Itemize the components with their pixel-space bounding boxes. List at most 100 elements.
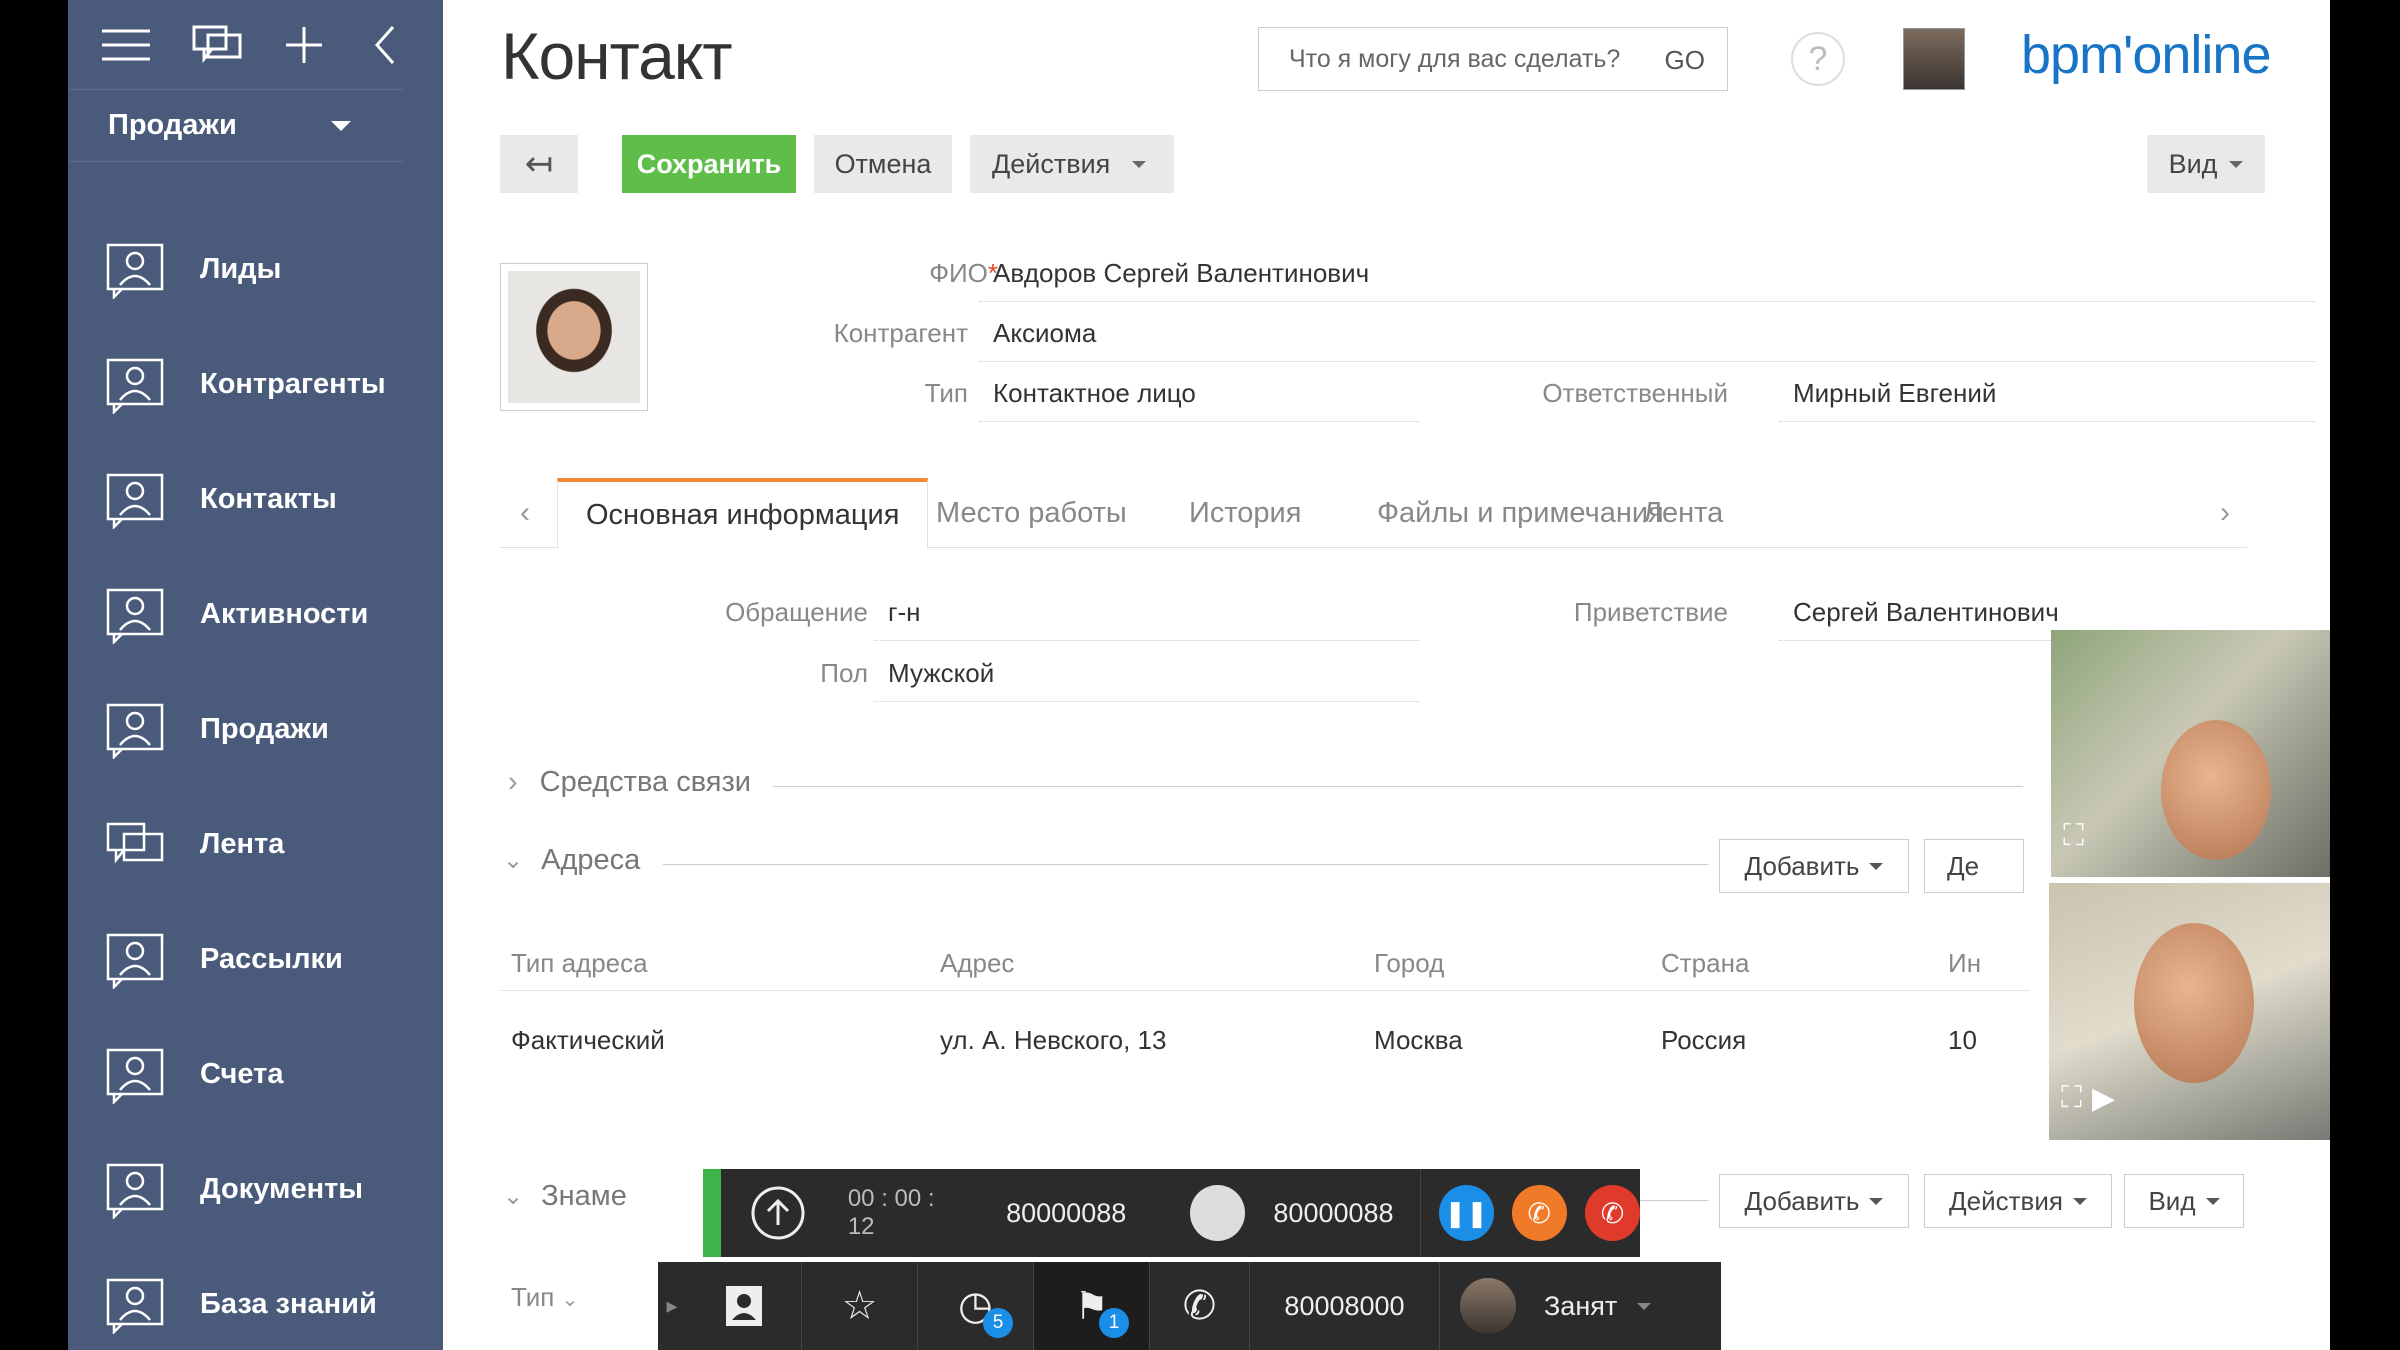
contact-card-icon <box>106 1278 164 1334</box>
caller-number: 80000088 <box>1006 1197 1127 1228</box>
fio-label: ФИО* <box>929 258 998 288</box>
tab-files[interactable]: Файлы и примечания <box>1377 478 1664 548</box>
tab-workplace[interactable]: Место работы <box>936 478 1127 548</box>
chevron-down-icon <box>2229 160 2244 168</box>
column-header[interactable]: Ин <box>1948 948 1981 979</box>
column-header[interactable]: Тип ⌄ <box>511 1282 578 1313</box>
transfer-icon[interactable] <box>749 1185 808 1241</box>
sidebar-item-documents[interactable]: Документы <box>68 1132 443 1247</box>
sidebar-item-contacts[interactable]: Контакты <box>68 442 443 557</box>
actions-label: Действия <box>992 148 1111 179</box>
back-button[interactable]: ↤ <box>500 135 578 193</box>
workplace-select[interactable]: Продажи <box>68 90 403 162</box>
owner-field[interactable]: Мирный Евгений <box>1779 378 2315 422</box>
phone-number[interactable]: 80008000 <box>1250 1262 1440 1350</box>
transfer-call-icon[interactable]: ✆ <box>1511 1185 1567 1241</box>
plus-icon[interactable] <box>284 23 324 67</box>
add-address-button[interactable]: Добавить <box>1719 839 1909 893</box>
sidebar-item-leads[interactable]: Лиды <box>68 212 443 327</box>
cell-address: ул. А. Невского, 13 <box>940 1025 1167 1055</box>
command-line[interactable]: Что я могу для вас сделать? GO <box>1258 27 1728 91</box>
pause-icon[interactable]: ❚❚ <box>1438 1185 1494 1241</box>
chat-bubbles-icon <box>106 822 164 864</box>
view-label: Вид <box>2168 148 2218 179</box>
call-status-indicator <box>703 1169 721 1257</box>
workplace-label: Продажи <box>108 109 237 141</box>
chevron-right-icon: › <box>508 766 518 798</box>
anniversary-actions-button[interactable]: Действия <box>1924 1174 2112 1228</box>
video-local[interactable]: ⛶ ▶ <box>2049 883 2330 1140</box>
sidebar-item-mailings[interactable]: Рассылки <box>68 902 443 1017</box>
status-select[interactable]: Занят <box>1440 1262 1700 1350</box>
chevron-down-icon: ⌄ <box>503 847 524 874</box>
gender-field[interactable]: Мужской <box>874 658 1419 702</box>
help-icon[interactable]: ? <box>1791 32 1845 86</box>
chevron-right-icon[interactable]: ▸ <box>658 1262 686 1350</box>
sidebar-item-opportunities[interactable]: Продажи <box>68 672 443 787</box>
sidebar-item-label: Активности <box>200 598 369 630</box>
sidebar-item-accounts[interactable]: Контрагенты <box>68 327 443 442</box>
salutation-field[interactable]: г-н <box>874 597 1419 641</box>
tab-history[interactable]: История <box>1189 478 1301 548</box>
go-button[interactable]: GO <box>1665 45 1705 76</box>
contacts-icon[interactable] <box>686 1262 802 1350</box>
collapse-chevron-icon[interactable] <box>366 23 403 67</box>
sidebar-item-label: Продажи <box>200 713 329 745</box>
section-title: Адреса <box>541 844 641 876</box>
history-badge: 5 <box>983 1308 1013 1338</box>
chevron-left-icon[interactable]: ‹ <box>520 496 530 530</box>
owner-label: Ответственный <box>1542 378 1728 408</box>
history-icon[interactable]: ◷ 5 <box>918 1262 1034 1350</box>
main-content: Контакт Что я могу для вас сделать? GO ?… <box>443 0 2330 1350</box>
star-icon[interactable]: ☆ <box>802 1262 918 1350</box>
menu-icon[interactable] <box>102 23 150 67</box>
contact-photo[interactable] <box>500 263 648 411</box>
address-actions-button[interactable]: Де <box>1924 839 2024 893</box>
section-addresses[interactable]: ⌄ Адреса <box>503 844 640 877</box>
gender-label: Пол <box>820 658 868 688</box>
chat-bubbles-icon[interactable] <box>192 23 242 67</box>
camera-icon[interactable]: ▶ <box>2092 1081 2115 1116</box>
video-remote[interactable]: ⛶ <box>2051 630 2330 877</box>
section-communication[interactable]: › Средства связи <box>508 766 751 799</box>
account-field[interactable]: Аксиома <box>979 318 2315 362</box>
phone-icon[interactable]: ✆ <box>1150 1262 1250 1350</box>
section-anniversaries[interactable]: ⌄ Знаме <box>503 1180 627 1213</box>
cell-city: Москва <box>1374 1025 1463 1055</box>
anniversary-view-button[interactable]: Вид <box>2124 1174 2244 1228</box>
flag-icon[interactable]: ⚑ 1 <box>1034 1262 1150 1350</box>
salutation-label: Обращение <box>725 597 868 627</box>
column-header[interactable]: Тип адреса <box>511 948 648 979</box>
fullscreen-icon[interactable]: ⛶ <box>2063 819 2084 853</box>
chevron-right-icon[interactable]: › <box>2220 496 2230 530</box>
tab-main-info[interactable]: Основная информация <box>557 478 929 549</box>
participant-image <box>2134 923 2254 1083</box>
add-anniversary-button[interactable]: Добавить <box>1719 1174 1909 1228</box>
type-field[interactable]: Контактное лицо <box>979 378 1419 422</box>
chevron-down-icon <box>1132 160 1147 168</box>
contact-card-icon <box>106 933 164 989</box>
sidebar-item-activities[interactable]: Активности <box>68 557 443 672</box>
tab-strip: ‹ Основная информация Место работы Истор… <box>500 478 2247 549</box>
contact-card-icon <box>106 703 164 759</box>
divider <box>773 786 2023 787</box>
search-input[interactable]: Что я могу для вас сделать? <box>1289 45 1620 74</box>
column-header[interactable]: Адрес <box>940 948 1014 979</box>
view-button[interactable]: Вид <box>2147 135 2265 193</box>
sidebar-item-knowledge-base[interactable]: База знаний <box>68 1247 443 1350</box>
fullscreen-icon[interactable]: ⛶ <box>2061 1081 2082 1116</box>
column-header[interactable]: Город <box>1374 948 1444 979</box>
save-button[interactable]: Сохранить <box>622 135 796 193</box>
fio-field[interactable]: Авдоров Сергей Валентинович <box>979 258 2315 302</box>
cancel-button[interactable]: Отмена <box>814 135 952 193</box>
tab-feed[interactable]: Лента <box>1643 478 1723 548</box>
column-header[interactable]: Страна <box>1661 948 1749 979</box>
page-title: Контакт <box>501 19 733 93</box>
sidebar-item-feed[interactable]: Лента <box>68 787 443 902</box>
cell-index: 10 <box>1948 1025 1977 1055</box>
avatar[interactable] <box>1903 28 1965 90</box>
app-window: Продажи Лиды Контрагенты Контакты Активн… <box>68 0 2330 1350</box>
sidebar-item-invoices[interactable]: Счета <box>68 1017 443 1132</box>
actions-button[interactable]: Действия <box>970 135 1174 193</box>
hangup-icon[interactable]: ✆ <box>1584 1185 1641 1241</box>
